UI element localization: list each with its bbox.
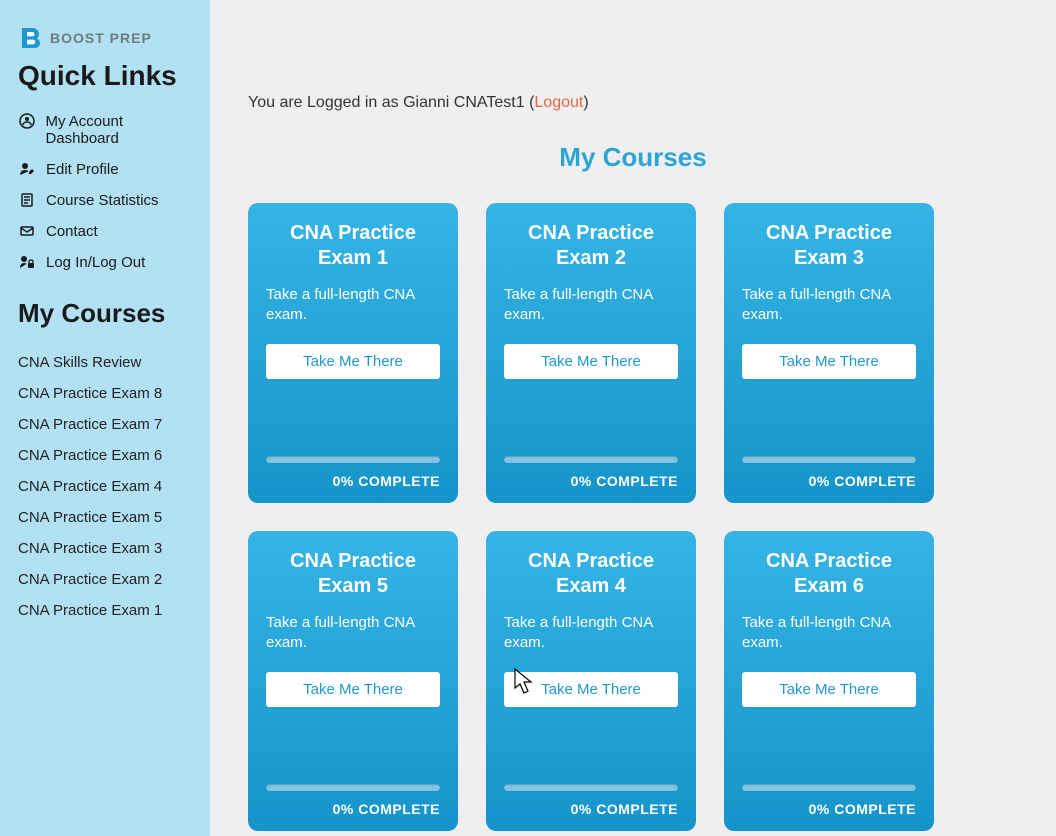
- progress-label: 0% COMPLETE: [504, 473, 678, 489]
- logo-text: BOOST PREP: [50, 30, 152, 46]
- take-me-there-button[interactable]: Take Me There: [742, 672, 916, 707]
- course-progress: 0% COMPLETE: [742, 456, 916, 489]
- course-card-desc: Take a full-length CNA exam.: [504, 285, 678, 326]
- sidebar-course-link[interactable]: CNA Practice Exam 1: [18, 595, 196, 626]
- take-me-there-button[interactable]: Take Me There: [742, 344, 916, 379]
- course-card-title: CNA Practice Exam 2: [504, 221, 678, 271]
- course-card-title: CNA Practice Exam 6: [742, 549, 916, 599]
- sidebar-course-link[interactable]: CNA Practice Exam 7: [18, 409, 196, 440]
- quick-links-heading: Quick Links: [18, 60, 196, 92]
- course-card-title: CNA Practice Exam 1: [266, 221, 440, 271]
- sidebar-item-label: My Account Dashboard: [45, 113, 196, 147]
- sidebar-course-link[interactable]: CNA Practice Exam 4: [18, 471, 196, 502]
- course-card-title: CNA Practice Exam 4: [504, 549, 678, 599]
- logo-icon: [18, 24, 46, 52]
- sidebar-course-link[interactable]: CNA Skills Review: [18, 347, 196, 378]
- sidebar-item-edit-profile[interactable]: Edit Profile: [18, 154, 196, 185]
- course-card-desc: Take a full-length CNA exam.: [266, 613, 440, 654]
- progress-bar: [266, 456, 440, 463]
- sidebar-item-label: Log In/Log Out: [46, 254, 145, 271]
- user-circle-icon: [18, 113, 35, 129]
- sidebar-item-course-statistics[interactable]: Course Statistics: [18, 185, 196, 216]
- progress-bar: [266, 784, 440, 791]
- sidebar-item-label: Contact: [46, 223, 98, 240]
- course-progress: 0% COMPLETE: [504, 784, 678, 817]
- course-card: CNA Practice Exam 2 Take a full-length C…: [486, 203, 696, 503]
- course-card-desc: Take a full-length CNA exam.: [742, 285, 916, 326]
- my-courses-heading: My Courses: [18, 298, 196, 329]
- progress-label: 0% COMPLETE: [742, 801, 916, 817]
- course-cards: CNA Practice Exam 1 Take a full-length C…: [248, 203, 1018, 831]
- progress-bar: [504, 456, 678, 463]
- course-card: CNA Practice Exam 6 Take a full-length C…: [724, 531, 934, 831]
- login-status-user: Gianni CNATest1: [403, 94, 525, 111]
- sidebar-item-login-logout[interactable]: Log In/Log Out: [18, 247, 196, 278]
- main-content: You are Logged in as Gianni CNATest1 (Lo…: [210, 0, 1056, 836]
- sidebar-item-label: Course Statistics: [46, 192, 159, 209]
- sidebar-course-link[interactable]: CNA Practice Exam 6: [18, 440, 196, 471]
- sidebar-item-contact[interactable]: Contact: [18, 216, 196, 247]
- course-progress: 0% COMPLETE: [742, 784, 916, 817]
- course-card: CNA Practice Exam 5 Take a full-length C…: [248, 531, 458, 831]
- sidebar-course-link[interactable]: CNA Practice Exam 5: [18, 502, 196, 533]
- sidebar-course-link[interactable]: CNA Practice Exam 3: [18, 533, 196, 564]
- login-status: You are Logged in as Gianni CNATest1 (Lo…: [248, 94, 1018, 112]
- progress-bar: [504, 784, 678, 791]
- progress-label: 0% COMPLETE: [504, 801, 678, 817]
- progress-label: 0% COMPLETE: [266, 801, 440, 817]
- login-status-close: ): [583, 94, 588, 111]
- login-status-prefix: You are Logged in as: [248, 94, 403, 111]
- sidebar-course-link[interactable]: CNA Practice Exam 2: [18, 564, 196, 595]
- page-title: My Courses: [248, 142, 1018, 173]
- progress-bar: [742, 456, 916, 463]
- progress-bar: [742, 784, 916, 791]
- course-card: CNA Practice Exam 4 Take a full-length C…: [486, 531, 696, 831]
- envelope-icon: [18, 223, 36, 239]
- logo: BOOST PREP: [18, 24, 196, 52]
- lock-user-icon: [18, 254, 36, 270]
- course-progress: 0% COMPLETE: [266, 784, 440, 817]
- progress-label: 0% COMPLETE: [742, 473, 916, 489]
- logout-link[interactable]: Logout: [534, 94, 583, 111]
- sidebar: BOOST PREP Quick Links My Account Dashbo…: [0, 0, 210, 836]
- course-progress: 0% COMPLETE: [266, 456, 440, 489]
- course-card-title: CNA Practice Exam 5: [266, 549, 440, 599]
- sidebar-item-my-account[interactable]: My Account Dashboard: [18, 106, 196, 154]
- document-icon: [18, 192, 36, 208]
- take-me-there-button[interactable]: Take Me There: [266, 344, 440, 379]
- course-card: CNA Practice Exam 1 Take a full-length C…: [248, 203, 458, 503]
- take-me-there-button[interactable]: Take Me There: [504, 672, 678, 707]
- user-edit-icon: [18, 161, 36, 177]
- sidebar-item-label: Edit Profile: [46, 161, 119, 178]
- course-card-desc: Take a full-length CNA exam.: [504, 613, 678, 654]
- sidebar-course-link[interactable]: CNA Practice Exam 8: [18, 378, 196, 409]
- take-me-there-button[interactable]: Take Me There: [266, 672, 440, 707]
- login-status-open: (: [525, 94, 535, 111]
- course-card-desc: Take a full-length CNA exam.: [742, 613, 916, 654]
- course-card-desc: Take a full-length CNA exam.: [266, 285, 440, 326]
- course-progress: 0% COMPLETE: [504, 456, 678, 489]
- course-card-title: CNA Practice Exam 3: [742, 221, 916, 271]
- take-me-there-button[interactable]: Take Me There: [504, 344, 678, 379]
- progress-label: 0% COMPLETE: [266, 473, 440, 489]
- course-card: CNA Practice Exam 3 Take a full-length C…: [724, 203, 934, 503]
